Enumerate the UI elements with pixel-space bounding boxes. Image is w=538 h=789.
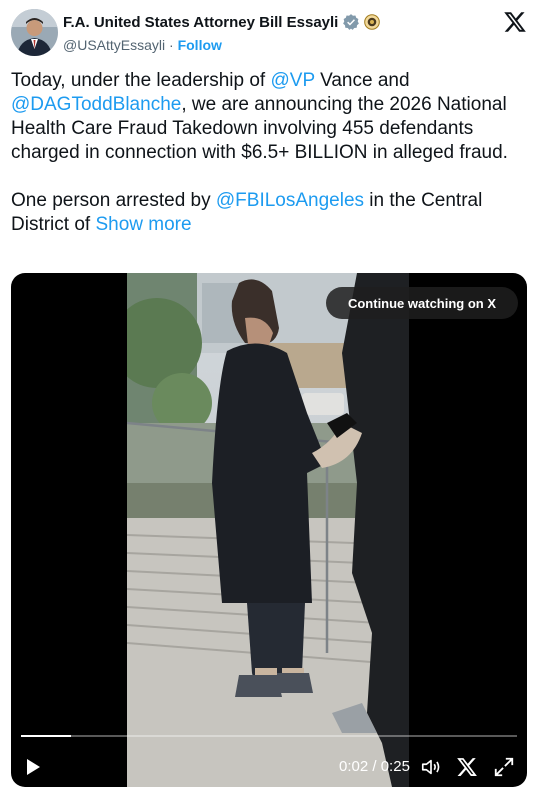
progress-bar[interactable] (21, 735, 517, 737)
follow-button[interactable]: Follow (178, 37, 222, 53)
x-logo-icon[interactable] (503, 10, 527, 34)
time-separator: / (372, 758, 377, 775)
volume-icon[interactable] (420, 756, 442, 778)
video-time: 0:02 / 0:25 (339, 758, 410, 775)
tweet-text-segment: Vance and (314, 70, 410, 91)
continue-watching-button[interactable]: Continue watching on X (326, 287, 518, 319)
tweet-header: F.A. United States Attorney Bill Essayli… (0, 0, 538, 64)
author-name[interactable]: F.A. United States Attorney Bill Essayli (63, 14, 338, 31)
mention-link[interactable]: @VP (271, 70, 315, 91)
author-handle-line: @USAttyEssayli · Follow (63, 37, 222, 53)
play-icon[interactable] (23, 757, 43, 777)
mention-link[interactable]: @FBILosAngeles (216, 190, 364, 211)
x-logo-icon[interactable] (456, 756, 478, 778)
government-seal-icon (364, 14, 381, 30)
author-handle[interactable]: @USAttyEssayli (63, 37, 165, 53)
tweet-paragraph-2: One person arrested by @FBILosAngeles in… (11, 189, 529, 237)
video-frame (127, 273, 409, 787)
tweet-text-segment: Today, under the leadership of (11, 70, 271, 91)
video-player[interactable]: Continue watching on X 0:02 / 0:25 (11, 273, 527, 787)
tweet-text-segment: One person arrested by (11, 190, 216, 211)
video-controls: 0:02 / 0:25 (11, 749, 527, 783)
mention-link[interactable]: @DAGToddBlanche (11, 94, 181, 115)
time-total: 0:25 (380, 758, 410, 775)
tweet-paragraph-1: Today, under the leadership of @VP Vance… (11, 69, 529, 165)
fullscreen-icon[interactable] (493, 756, 515, 778)
author-avatar[interactable] (11, 9, 58, 56)
separator-dot: · (169, 37, 174, 53)
time-current: 0:02 (339, 758, 369, 775)
verified-badge-icon (343, 14, 360, 30)
author-name-line: F.A. United States Attorney Bill Essayli (63, 13, 381, 31)
progress-fill (21, 735, 71, 737)
tweet-text: Today, under the leadership of @VP Vance… (11, 69, 529, 237)
mention-link[interactable]: Show more (95, 214, 191, 235)
